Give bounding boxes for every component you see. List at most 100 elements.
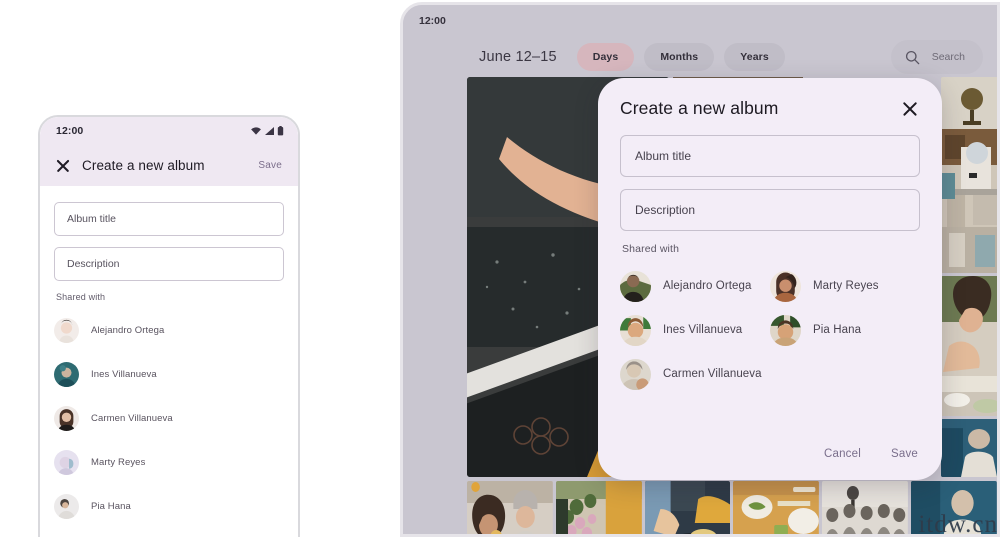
list-item[interactable]: Ines Villanueva	[54, 352, 284, 396]
person-name: Pia Hana	[91, 500, 131, 512]
list-item[interactable]: Marty Reyes	[770, 264, 920, 308]
person-name: Carmen Villanueva	[91, 412, 173, 424]
photo-tile[interactable]	[644, 481, 731, 534]
date-range-label: June 12–15	[479, 49, 557, 65]
list-item[interactable]: Carmen Villanueva	[620, 352, 770, 396]
person-name: Alejandro Ortega	[91, 324, 165, 336]
photo-row-bottom	[467, 481, 997, 534]
tab-years-label: Years	[740, 51, 769, 63]
avatar	[54, 361, 79, 387]
phone-page-title: Create a new album	[82, 158, 205, 173]
avatar-marty-image	[54, 449, 79, 475]
avatar	[54, 493, 79, 519]
phone-shared-with-label: Shared with	[56, 292, 106, 302]
photo-column-right	[941, 77, 997, 477]
list-item[interactable]: Alejandro Ortega	[620, 264, 770, 308]
hands-food-photo-image	[644, 481, 731, 534]
avatar	[770, 270, 801, 302]
phone-screen: 12:00 Create a new album Save Album titl…	[40, 117, 298, 537]
two-people-drinking-photo-image	[467, 481, 553, 534]
avatar-marty-image	[770, 270, 801, 302]
list-item[interactable]: Alejandro Ortega	[54, 308, 284, 352]
globe-kitchen-photo-image	[941, 77, 997, 273]
avatar	[54, 405, 79, 431]
photo-tile[interactable]	[467, 481, 553, 534]
tablet-status-bar: 12:00	[403, 5, 997, 37]
avatar	[620, 358, 651, 390]
avatar	[54, 317, 79, 343]
bw-group-photo-image	[822, 481, 909, 534]
tablet-top-bar: June 12–15 Days Months Years Search	[403, 37, 997, 77]
tab-years[interactable]: Years	[724, 43, 785, 71]
tablet-clock: 12:00	[419, 15, 446, 27]
avatar-alejandro-image	[54, 317, 79, 343]
phone-status-icons	[250, 125, 284, 137]
dialog-description-placeholder: Description	[635, 203, 696, 217]
phone-clock: 12:00	[56, 125, 84, 137]
tab-days-label: Days	[592, 51, 619, 63]
create-album-dialog: Create a new album Album title Descripti…	[598, 78, 942, 480]
list-item[interactable]: Marty Reyes	[54, 440, 284, 484]
dialog-header: Create a new album	[620, 98, 920, 119]
phone-album-title-placeholder: Album title	[67, 213, 117, 225]
avatar-pia-image	[54, 493, 79, 519]
tab-months[interactable]: Months	[644, 43, 715, 71]
close-icon[interactable]	[54, 157, 72, 175]
photo-tile[interactable]	[941, 419, 997, 477]
person-name: Marty Reyes	[813, 280, 879, 292]
photo-tile[interactable]	[733, 481, 820, 534]
list-item[interactable]: Pia Hana	[54, 484, 284, 528]
dialog-shared-with-label: Shared with	[622, 243, 680, 255]
tab-days[interactable]: Days	[576, 43, 635, 71]
phone-form-body: Album title Description Shared with Alej…	[40, 186, 298, 528]
wifi-icon	[251, 127, 261, 135]
phone-device-frame: 12:00 Create a new album Save Album titl…	[38, 115, 300, 537]
close-icon[interactable]	[900, 99, 920, 119]
list-item[interactable]: Ines Villanueva	[620, 308, 770, 352]
phone-app-bar: Create a new album Save	[40, 145, 298, 186]
photo-tile[interactable]	[941, 77, 997, 273]
blue-portrait-photo-image	[941, 419, 997, 477]
avatar	[620, 314, 651, 346]
avatar-ines-image	[54, 361, 79, 387]
dialog-actions: Cancel Save	[822, 444, 920, 464]
phone-status-bar: 12:00	[40, 117, 298, 145]
dialog-description-input[interactable]: Description	[620, 189, 920, 231]
avatar-ines-image	[620, 314, 651, 346]
person-name: Carmen Villanueva	[663, 368, 762, 380]
list-item[interactable]: Carmen Villanueva	[54, 396, 284, 440]
phone-top-chrome: 12:00 Create a new album Save	[40, 117, 298, 186]
tab-months-label: Months	[660, 51, 699, 63]
save-button[interactable]: Save	[889, 444, 920, 464]
phone-save-button[interactable]: Save	[254, 157, 286, 174]
photo-tile[interactable]	[555, 481, 642, 534]
photo-tile[interactable]	[911, 481, 997, 534]
dialog-album-title-placeholder: Album title	[635, 149, 692, 163]
person-name: Ines Villanueva	[663, 324, 743, 336]
person-name: Ines Villanueva	[91, 368, 157, 380]
phone-album-title-input[interactable]: Album title	[54, 202, 284, 236]
signal-icon	[265, 127, 274, 135]
search-bar[interactable]: Search	[890, 40, 983, 74]
battery-icon	[277, 126, 284, 136]
avatar	[770, 314, 801, 346]
dialog-title: Create a new album	[620, 98, 779, 118]
phone-people-list: Alejandro Ortega Ines Villanueva Carmen …	[54, 308, 284, 528]
phone-description-input[interactable]: Description	[54, 247, 284, 281]
person-name: Marty Reyes	[91, 456, 146, 468]
avatar	[620, 270, 651, 302]
phone-description-placeholder: Description	[67, 258, 120, 270]
person-name: Pia Hana	[813, 324, 862, 336]
list-item[interactable]: Pia Hana	[770, 308, 920, 352]
blue-teal-photo-image	[911, 481, 997, 534]
dialog-album-title-input[interactable]: Album title	[620, 135, 920, 177]
cancel-button[interactable]: Cancel	[822, 444, 863, 464]
search-placeholder: Search	[931, 51, 965, 63]
photo-tile[interactable]	[822, 481, 909, 534]
avatar-carmen-image	[620, 358, 651, 390]
photo-tile[interactable]	[941, 276, 997, 416]
person-name: Alejandro Ortega	[663, 280, 752, 292]
avatar-carmen-image	[54, 405, 79, 431]
woman-eating-photo-image	[941, 276, 997, 416]
screenshot-canvas: 12:00 Create a new album Save Album titl…	[0, 0, 1000, 537]
